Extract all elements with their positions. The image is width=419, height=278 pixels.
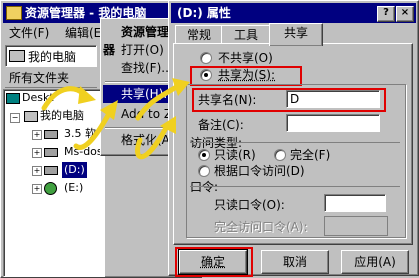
tree-item-label: Ms-dos [64,145,103,158]
context-menu-label: Add to Z [121,107,173,121]
tree-item-label: 我的电脑 [40,109,84,122]
context-menu-label: 打开(O) [121,43,164,57]
expand-icon[interactable]: + [32,166,42,176]
tree-item-label: Deskt [22,91,54,104]
context-menu-label: 格式化(A) [121,133,175,147]
address-text: 我的电脑 [28,50,77,64]
apply-button-label: 应用(A) [354,255,396,269]
computer-icon [24,111,38,122]
comment-input[interactable] [286,114,380,132]
address-bar[interactable]: 我的电脑 [5,45,97,67]
tree-item-label: (D:) [61,161,88,179]
tab-label: 工具 [233,28,258,42]
folder-icon [6,6,22,20]
context-menu-explorer[interactable]: 资源管理器 [103,23,177,57]
context-menu-find[interactable]: 查找(F)... [103,59,177,77]
menu-separator [105,127,175,129]
ok-button-label: 确定 [200,255,225,269]
read-only-label: 只读(R) [214,148,256,162]
radio-shared-as[interactable] [200,69,212,81]
comment-label: 备注(C): [198,118,244,132]
cancel-button-label: 取消 [282,255,307,269]
expand-icon[interactable]: + [32,148,42,158]
full-password-input[interactable] [324,216,388,236]
close-icon: × [400,7,410,18]
expand-icon[interactable]: − [10,113,20,123]
menu-separator [105,81,175,83]
dialog-title-bar: (D:) 属性 ? × [171,3,416,23]
tab-sharing[interactable]: 共享 [269,23,323,46]
full-access-label: 完全(F) [290,148,331,162]
close-button[interactable]: × [396,6,414,22]
context-menu-label: 查找(F)... [121,61,173,75]
hard-drive-icon [44,166,58,175]
password-access-label: 根据口令访问(D) [214,164,305,178]
menu-file[interactable]: 文件(F) [9,24,49,42]
apply-button[interactable]: 应用(A) [341,250,409,274]
context-menu-format[interactable]: 格式化(A) [103,131,177,149]
not-shared-label: 不共享(O) [218,51,273,65]
floppy-drive-icon [44,130,58,139]
full-password-label: 完全访问口令(A): [214,220,308,234]
radio-full-access[interactable] [274,149,286,161]
tab-label: 常规 [186,28,211,42]
readonly-password-input[interactable] [324,194,386,212]
properties-dialog: (D:) 属性 ? × 常规 工具 共享 不共享(O) 共享为(S): 共享名(… [168,0,419,277]
help-icon: ? [383,7,389,18]
cd-drive-icon [44,182,57,195]
context-menu-sharing[interactable]: 共享(H)... [103,85,177,103]
radio-not-shared[interactable] [200,52,212,64]
sharing-panel: 不共享(O) 共享为(S): 共享名(N): D 备注(C): 访问类型: 只读… [173,43,413,245]
expand-icon[interactable]: + [32,130,42,140]
context-menu-label: 共享(H)... [121,87,175,101]
cancel-button[interactable]: 取消 [261,250,329,274]
folders-header: 所有文件夹 [5,69,97,88]
tree-item-label: (E:) [64,181,84,194]
dialog-title: (D:) 属性 [177,6,231,20]
tab-tools[interactable]: 工具 [221,25,271,44]
radio-read-only[interactable] [198,149,210,161]
context-menu-open[interactable]: 打开(O) [103,41,177,59]
folder-tree: Deskt − 我的电脑 + 3.5 软 + Ms-dos + (D:) + (… [3,89,105,277]
tab-label: 共享 [283,26,308,40]
folders-header-label: 所有文件夹 [9,71,70,85]
expand-icon[interactable]: + [32,184,42,194]
hard-drive-icon [44,148,58,157]
context-menu-add-to-zip[interactable]: Add to Z [103,105,177,123]
tree-item-label: 3.5 软 [64,127,96,140]
help-button[interactable]: ? [377,6,395,22]
readonly-password-label: 只读口令(O): [214,198,285,212]
share-name-value: D [290,92,300,106]
ok-button[interactable]: 确定 [178,249,248,275]
shared-as-label: 共享为(S): [218,68,276,82]
share-name-label: 共享名(N): [198,93,257,107]
radio-password-access[interactable] [198,165,210,177]
desktop-icon [6,93,20,104]
share-name-input[interactable]: D [286,90,380,108]
computer-icon [9,50,25,62]
tab-general[interactable]: 常规 [175,25,223,44]
